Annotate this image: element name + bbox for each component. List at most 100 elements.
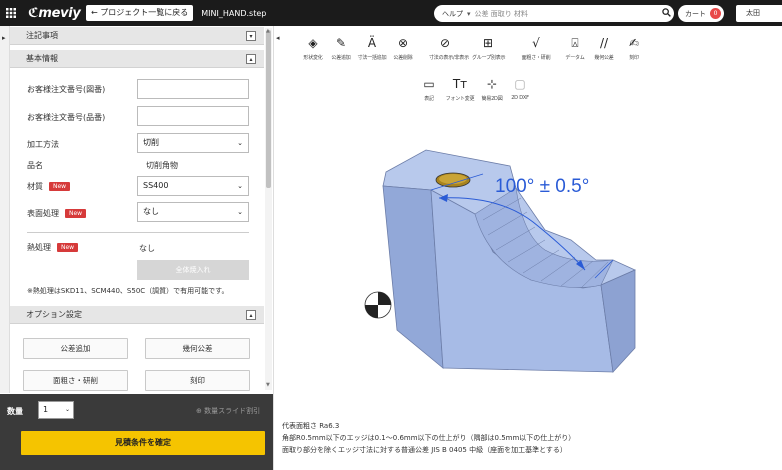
material-select[interactable]: SS400 ⌄ xyxy=(137,176,249,196)
geometric-tolerance-icon: // xyxy=(599,36,609,50)
tool-add-tolerance[interactable]: ✎ 公差追加 xyxy=(325,34,357,61)
part-3d-model[interactable]: 100° ± 0.5° xyxy=(283,110,782,400)
chevron-down-icon: ⌄ xyxy=(237,139,243,147)
cart-count-badge: 0 xyxy=(710,8,721,19)
scroll-up-icon[interactable]: ▲ xyxy=(266,28,270,34)
tool-label: 刻印 xyxy=(629,55,639,61)
file-name: MINI_HAND.step xyxy=(201,8,267,18)
surface-value: なし xyxy=(143,207,159,216)
new-badge: New xyxy=(65,209,87,218)
heat-treatment-note: ※熱処理はSKD11、SCM440、S50C（調質）で有用可能です。 xyxy=(27,287,229,295)
edge-finish-note: 角部R0.5mm以下のエッジは0.1～0.6mm以下の仕上がり（隅部は0.5mm… xyxy=(282,434,576,442)
cart-button[interactable]: カート 0 xyxy=(678,5,724,22)
heat-label-text: 熱処理 xyxy=(27,243,51,252)
user-menu-button[interactable]: 太田 xyxy=(736,5,782,22)
quantity-value: 1 xyxy=(43,405,49,414)
general-tolerance-note: 面取り部分を除くエッジ寸法に対する普通公差 JIS B 0405 中級（座面を加… xyxy=(282,446,567,454)
notation-icon: ▭ xyxy=(423,77,435,91)
left-panel-collapse-toggle[interactable]: ▸ xyxy=(0,26,10,393)
tool-label: 面粗さ・研削 xyxy=(521,55,551,61)
engraving-button[interactable]: 刻印 xyxy=(145,370,250,391)
group-view-icon: ⊞ xyxy=(482,36,494,50)
add-tolerance-button[interactable]: 公差追加 xyxy=(23,338,128,359)
quantity-label: 数量 xyxy=(7,407,23,416)
material-label-text: 材質 xyxy=(27,182,43,191)
tool-engraving[interactable]: ✍ 刻印 xyxy=(618,34,650,61)
back-to-projects-button[interactable]: ← プロジェクト一覧に戻る xyxy=(86,5,194,21)
roughness-icon: √ xyxy=(532,36,540,50)
product-name-label: 品名 xyxy=(27,161,43,170)
surface-label: 表面処理 New xyxy=(27,208,87,219)
section-divider xyxy=(27,232,249,233)
tool-geometric-tolerance[interactable]: // 幾何公差 xyxy=(588,34,620,61)
search-icon[interactable] xyxy=(658,7,674,20)
product-name-value: 切削角物 xyxy=(146,161,178,170)
search-input[interactable]: 公差 面取り 材料 xyxy=(475,9,658,19)
scrollbar-thumb[interactable] xyxy=(266,30,271,188)
help-caret-icon: ▾ xyxy=(467,9,471,18)
option-toggle-icon[interactable]: ▴ xyxy=(246,310,256,320)
tool-2d-dxf[interactable]: ▢ 2D DXF xyxy=(504,75,536,101)
cart-label: カート xyxy=(685,9,706,18)
surface-select[interactable]: なし ⌄ xyxy=(137,202,249,222)
scroll-down-icon[interactable]: ▼ xyxy=(266,382,270,388)
collapse-arrow-icon: ▸ xyxy=(2,34,6,42)
add-tolerance-icon: ✎ xyxy=(335,36,347,50)
collapse-arrow-icon: ◂ xyxy=(276,34,280,42)
confirm-quote-button[interactable]: 見積条件を確定 xyxy=(21,431,265,455)
option-section-header[interactable]: オプション設定 ▴ xyxy=(10,306,264,324)
basic-info-section-header[interactable]: 基本情報 ▴ xyxy=(10,50,264,68)
help-search-box[interactable]: ヘルプ ▾ 公差 面取り 材料 xyxy=(434,5,674,22)
process-select[interactable]: 切削 ⌄ xyxy=(137,133,249,153)
material-value: SS400 xyxy=(143,181,169,190)
surface-roughness-note: 代表面粗さ Ra6.3 xyxy=(282,422,340,430)
tool-roughness[interactable]: √ 面粗さ・研削 xyxy=(520,34,552,61)
meviy-logo[interactable]: ℭmeviy xyxy=(28,6,86,21)
tool-toggle-dimensions[interactable]: ⊘ 寸法の表示/非表示 xyxy=(429,34,469,61)
basic-toggle-icon[interactable]: ▴ xyxy=(246,54,256,64)
tool-font-change[interactable]: Tт フォント変更 xyxy=(444,75,476,102)
tool-label: 公差追加 xyxy=(331,55,351,61)
material-label: 材質 New xyxy=(27,181,71,192)
customer-order-label: お客様注文番号(図番) xyxy=(27,85,106,94)
surface-label-text: 表面処理 xyxy=(27,209,59,218)
tool-label: 幾何公差 xyxy=(594,55,614,61)
customer-order2-input[interactable] xyxy=(137,106,249,126)
tool-label: データム xyxy=(565,55,585,61)
tool-label: 寸法の表示/非表示 xyxy=(429,55,469,61)
customer-order-input[interactable] xyxy=(137,79,249,99)
tool-notation[interactable]: ▭ 表記 xyxy=(413,75,445,102)
orientation-cube-icon[interactable] xyxy=(364,291,392,319)
notes-section-header[interactable]: 注記事項 ▾ xyxy=(10,27,264,45)
shape-change-icon: ◈ xyxy=(308,36,318,50)
viewer-collapse-toggle[interactable]: ◂ xyxy=(273,26,283,470)
geometric-tolerance-button[interactable]: 幾何公差 xyxy=(145,338,250,359)
logo-mark-icon: ℭ xyxy=(28,5,39,21)
left-panel-scrollbar[interactable] xyxy=(265,28,272,390)
bulk-hardening-button[interactable]: 全体焼入れ xyxy=(137,260,249,280)
quantity-discount-link[interactable]: ⊕ 数量スライド割引 xyxy=(196,406,260,416)
tool-datum[interactable]: ⍓ データム xyxy=(559,34,591,62)
tool-label: フォント変更 xyxy=(445,96,475,102)
help-dropdown-label[interactable]: ヘルプ xyxy=(442,9,463,19)
tool-label: 表記 xyxy=(424,96,434,102)
tool-label: グループ別表示 xyxy=(472,55,506,61)
tool-label: 公差削除 xyxy=(393,55,413,61)
dxf-icon: ▢ xyxy=(514,77,526,91)
heat-label: 熱処理 New xyxy=(27,242,79,253)
chevron-down-icon: ⌄ xyxy=(237,182,243,190)
option-header-label: オプション設定 xyxy=(26,310,82,319)
tool-bulk-dimension[interactable]: Ä 寸法一括追加 xyxy=(356,34,388,61)
new-badge: New xyxy=(49,182,71,191)
tool-label: 寸法一括追加 xyxy=(357,55,387,61)
tool-delete-tolerance[interactable]: ⊗ 公差削除 xyxy=(387,34,419,61)
quantity-select[interactable]: 1 ⌄ xyxy=(38,401,74,419)
chevron-down-icon: ⌄ xyxy=(237,208,243,216)
heat-value: なし xyxy=(139,244,155,253)
grid-menu-icon[interactable] xyxy=(0,0,22,26)
notes-toggle-icon[interactable]: ▾ xyxy=(246,31,256,41)
roughness-grinding-button[interactable]: 面粗さ・研削 xyxy=(23,370,128,391)
angle-dimension-label[interactable]: 100° ± 0.5° xyxy=(495,176,589,197)
process-value: 切削 xyxy=(143,138,159,147)
tool-group-view[interactable]: ⊞ グループ別表示 xyxy=(472,34,506,61)
